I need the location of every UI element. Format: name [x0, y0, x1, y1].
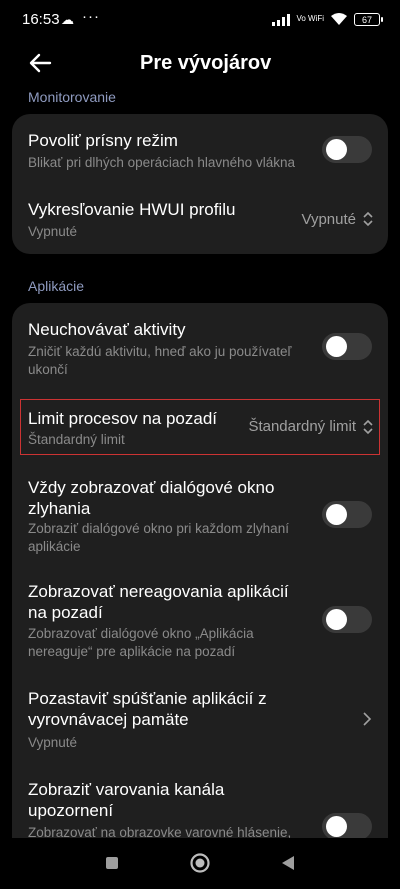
circle-icon[interactable]: [189, 852, 211, 874]
hwui-profile-title: Vykresľovanie HWUI profilu: [28, 200, 236, 219]
wifi-icon: [331, 13, 347, 25]
anr-background-subtitle: Zobrazovať dialógové okno „Aplikácia ner…: [28, 626, 254, 659]
strict-mode-row[interactable]: Povoliť prísny režim Blikať pri dlhých o…: [12, 114, 388, 184]
strict-mode-subtitle: Blikať pri dlhých operáciach hlavného vl…: [28, 155, 295, 170]
toggle-knob: [326, 139, 347, 160]
arrow-left-icon[interactable]: [26, 48, 56, 78]
channel-warnings-toggle[interactable]: [322, 813, 372, 840]
section-header-apps: Aplikácie: [28, 278, 85, 294]
cloud-icon: ☁: [61, 12, 74, 27]
hwui-profile-value: Vypnuté: [301, 211, 357, 228]
updown-chevron-icon: [363, 211, 373, 227]
cached-apps-exec-row[interactable]: Pozastaviť spúšťanie aplikácií z vyrovná…: [12, 683, 388, 769]
battery-level: 67: [361, 14, 372, 25]
app-header: Pre vývojárov: [0, 44, 400, 84]
apps-card: Neuchovávať aktivity Zničiť každú aktivi…: [12, 303, 388, 863]
vowifi-label: Vo WiFi: [296, 14, 324, 23]
dont-keep-activities-row[interactable]: Neuchovávať aktivity Zničiť každú aktivi…: [12, 303, 388, 395]
battery-icon: 67: [354, 12, 383, 26]
toggle-knob: [326, 336, 347, 357]
strict-mode-title: Povoliť prísny režim: [28, 131, 178, 150]
strict-mode-toggle[interactable]: [322, 136, 372, 163]
hwui-profile-subtitle: Vypnuté: [28, 224, 78, 239]
square-icon[interactable]: [104, 855, 120, 871]
crash-dialog-subtitle: Zobraziť dialógové okno pri každom zlyha…: [28, 521, 289, 554]
more-notifications-icon: ···: [82, 8, 100, 25]
anr-background-toggle[interactable]: [322, 606, 372, 633]
triangle-back-icon[interactable]: [280, 854, 296, 872]
status-time: 16:53: [22, 11, 60, 28]
system-nav-bar: [0, 838, 400, 889]
monitoring-card: Povoliť prísny režim Blikať pri dlhých o…: [12, 114, 388, 254]
toggle-knob: [326, 609, 347, 630]
toggle-knob: [326, 504, 347, 525]
highlight-box: [20, 399, 380, 455]
crash-dialog-title: Vždy zobrazovať dialógové okno zlyhania: [28, 478, 275, 518]
page-title: Pre vývojárov: [140, 52, 272, 74]
anr-background-title: Zobrazovať nereagovania aplikácií na poz…: [28, 582, 289, 622]
status-icons: Vo WiFi 67: [272, 9, 383, 29]
section-header-monitoring: Monitorovanie: [28, 89, 116, 105]
crash-dialog-row[interactable]: Vždy zobrazovať dialógové okno zlyhania …: [12, 469, 388, 567]
channel-warnings-title: Zobraziť varovania kanála upozornení: [28, 780, 225, 820]
hwui-profile-row[interactable]: Vykresľovanie HWUI profilu Vypnuté Vypnu…: [12, 184, 388, 254]
dont-keep-activities-subtitle: Zničiť každú aktivitu, hneď ako ju použí…: [28, 344, 292, 377]
cached-apps-exec-subtitle: Vypnuté: [28, 735, 78, 750]
cached-apps-exec-title: Pozastaviť spúšťanie aplikácií z vyrovná…: [28, 689, 267, 729]
crash-dialog-toggle[interactable]: [322, 501, 372, 528]
chevron-right-icon: [363, 712, 372, 726]
status-bar: 16:53 ☁ ··· Vo WiFi 67: [0, 0, 400, 40]
dont-keep-activities-title: Neuchovávať aktivity: [28, 320, 186, 339]
anr-background-row[interactable]: Zobrazovať nereagovania aplikácií na poz…: [12, 573, 388, 681]
toggle-knob: [326, 816, 347, 837]
signal-icon: [272, 13, 291, 26]
dont-keep-activities-toggle[interactable]: [322, 333, 372, 360]
